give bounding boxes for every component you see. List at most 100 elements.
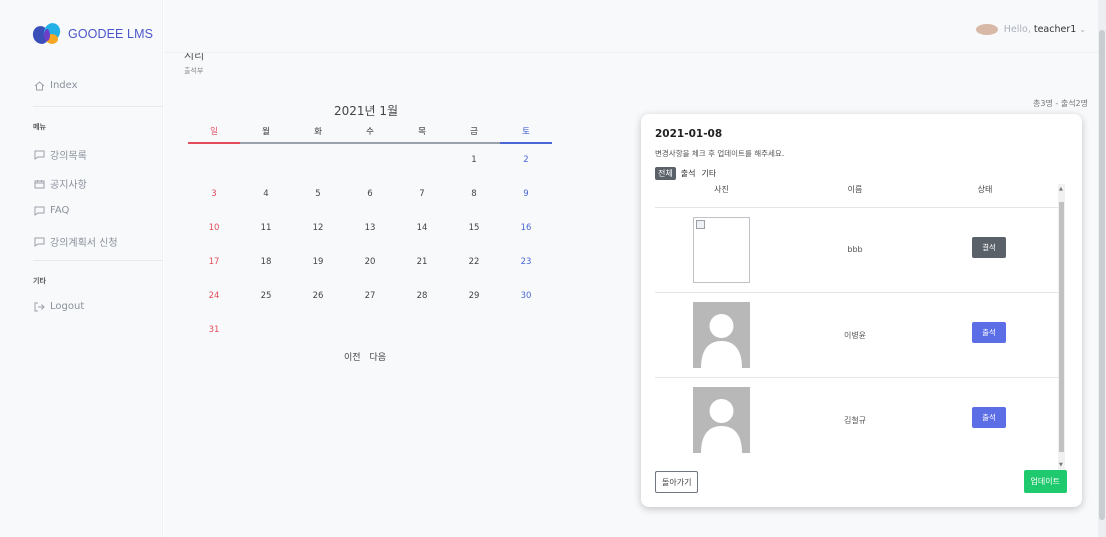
- weekday-underline: [188, 142, 240, 144]
- sidebar-item-label: 강의목록: [50, 151, 87, 162]
- chat-bubble-icon: [33, 236, 45, 247]
- chat-bubble-icon: [33, 149, 45, 160]
- column-name: 이름: [847, 185, 863, 194]
- calendar-day[interactable]: 22: [448, 257, 500, 267]
- weekday-underline: [240, 142, 292, 144]
- modal-scrollbar[interactable]: ▲ ▼: [1058, 184, 1065, 470]
- scroll-up-icon[interactable]: ▲: [1059, 186, 1063, 192]
- calendar-day[interactable]: 25: [240, 291, 292, 301]
- sidebar-item-index[interactable]: Index: [33, 80, 78, 91]
- calendar-day[interactable]: 9: [500, 189, 552, 199]
- user-menu[interactable]: Hello, teacher1 ⌄: [975, 24, 1086, 35]
- calendar-day[interactable]: 5: [292, 189, 344, 199]
- brand-logo[interactable]: GOODEE LMS: [32, 22, 153, 46]
- weekday-header: 토: [522, 127, 530, 137]
- calendar-day[interactable]: 17: [188, 257, 240, 267]
- calendar-day[interactable]: 19: [292, 257, 344, 267]
- table-row: bbb 결석: [655, 207, 1058, 292]
- weekday-header: 월: [262, 127, 270, 137]
- calendar-day[interactable]: 26: [292, 291, 344, 301]
- table-row: 이병윤 출석: [655, 292, 1058, 377]
- calendar-day[interactable]: 20: [344, 257, 396, 267]
- sidebar-item-courses[interactable]: 강의목록: [33, 147, 87, 162]
- sidebar-item-label: 공지사항: [50, 180, 87, 191]
- calendar-day[interactable]: 1: [448, 155, 500, 165]
- avatar: [975, 24, 998, 35]
- weekday-header: 수: [366, 127, 374, 137]
- page-scrollbar-thumb[interactable]: [1099, 30, 1105, 520]
- student-name: 김철규: [843, 416, 867, 425]
- calendar-title: 2021년 1월: [334, 104, 399, 118]
- sidebar-item-faq[interactable]: FAQ: [33, 205, 69, 216]
- calendar-day[interactable]: 4: [240, 189, 292, 199]
- sidebar-divider: [33, 106, 163, 107]
- calendar-nav: 이전 다음: [344, 350, 392, 363]
- attendance-table: bbb 결석 이병윤 출석 김철규 출석: [655, 204, 1058, 466]
- username: teacher1: [1033, 24, 1077, 35]
- brand-name: GOODEE LMS: [68, 27, 154, 41]
- sidebar-item-syllabus-request[interactable]: 강의계획서 신청: [33, 234, 118, 249]
- weekday-underline: [500, 142, 552, 144]
- modal-scrollbar-thumb[interactable]: [1059, 202, 1064, 452]
- chevron-down-icon: ⌄: [1079, 25, 1086, 34]
- calendar-day[interactable]: 18: [240, 257, 292, 267]
- top-bar: Hello, teacher1 ⌄: [164, 0, 1098, 53]
- calendar-day[interactable]: 30: [500, 291, 552, 301]
- page-title: 시리: [184, 53, 205, 61]
- calendar-day[interactable]: 15: [448, 223, 500, 233]
- sidebar-item-notices[interactable]: 공지사항: [33, 176, 87, 191]
- status-button[interactable]: 출석: [972, 322, 1006, 343]
- calendar-day[interactable]: 24: [188, 291, 240, 301]
- calendar-day[interactable]: 2: [500, 155, 552, 165]
- status-button[interactable]: 출석: [972, 407, 1006, 428]
- calendar-day[interactable]: 12: [292, 223, 344, 233]
- calendar-day[interactable]: 27: [344, 291, 396, 301]
- calendar-day[interactable]: 23: [500, 257, 552, 267]
- home-icon: [33, 80, 45, 91]
- update-button[interactable]: 업데이트: [1023, 470, 1067, 493]
- chat-bubble-icon: [33, 205, 45, 216]
- sidebar-item-label: Logout: [50, 301, 85, 312]
- sidebar-divider: [33, 260, 163, 261]
- scroll-down-icon[interactable]: ▼: [1059, 462, 1063, 468]
- calendar-day[interactable]: 8: [448, 189, 500, 199]
- calendar-day[interactable]: 31: [188, 325, 240, 335]
- weekday-underline: [396, 142, 448, 144]
- calendar-day[interactable]: 10: [188, 223, 240, 233]
- sidebar-item-logout[interactable]: Logout: [33, 301, 84, 312]
- weekday-underline: [344, 142, 396, 144]
- sidebar-item-label: Index: [50, 80, 78, 91]
- sidebar-item-label: FAQ: [50, 205, 70, 216]
- weekday-header: 화: [314, 127, 322, 137]
- broken-image-icon: [693, 217, 750, 283]
- calendar-day[interactable]: 6: [344, 189, 396, 199]
- calendar-day[interactable]: 29: [448, 291, 500, 301]
- calendar-day[interactable]: 21: [396, 257, 448, 267]
- prev-month-button[interactable]: 이전: [344, 353, 361, 363]
- status-button[interactable]: 결석: [972, 237, 1006, 258]
- calendar-day[interactable]: 3: [188, 189, 240, 199]
- attendance-modal: 2021-01-08 변경사항을 체크 후 업데이트를 해주세요. 전체 출석 …: [641, 114, 1082, 507]
- calendar-day[interactable]: 7: [396, 189, 448, 199]
- butterfly-logo-icon: [32, 23, 61, 44]
- page-subtitle: 출석부: [184, 67, 204, 75]
- filter-all[interactable]: 전체: [655, 167, 676, 180]
- next-month-button[interactable]: 다음: [369, 353, 386, 363]
- sidebar: GOODEE LMS Index 메뉴 강의목록 공지사항 FAQ 강의계획서 …: [0, 0, 163, 537]
- calendar-day[interactable]: 11: [240, 223, 292, 233]
- sidebar-item-label: 강의계획서 신청: [50, 238, 118, 249]
- weekday-underline: [292, 142, 344, 144]
- student-name: bbb: [847, 245, 863, 254]
- weekday-header: 목: [418, 127, 426, 137]
- attendance-summary: 총3명 - 출석2명: [1033, 99, 1088, 108]
- calendar-icon: [33, 178, 45, 189]
- calendar-day[interactable]: 14: [396, 223, 448, 233]
- filter-present[interactable]: 출석: [681, 168, 696, 179]
- page-scrollbar[interactable]: [1098, 0, 1106, 537]
- calendar-day[interactable]: 13: [344, 223, 396, 233]
- calendar-day[interactable]: 16: [500, 223, 552, 233]
- back-button[interactable]: 돌아가기: [655, 471, 699, 493]
- modal-note: 변경사항을 체크 후 업데이트를 해주세요.: [655, 149, 785, 158]
- filter-other[interactable]: 기타: [701, 168, 716, 179]
- calendar-day[interactable]: 28: [396, 291, 448, 301]
